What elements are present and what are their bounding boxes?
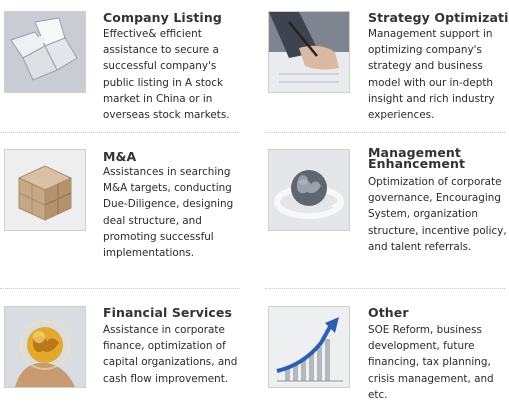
- service-description: Management support in optimizing company…: [368, 28, 495, 122]
- row-divider: [0, 288, 240, 289]
- row-divider: [265, 132, 505, 133]
- service-title: Financial Services: [103, 305, 233, 320]
- cube-blocks-icon: [4, 149, 86, 231]
- service-title: Management Enhancement: [368, 145, 466, 171]
- growth-chart-icon: [268, 306, 350, 388]
- service-description: Optimization of corporate governance, En…: [368, 176, 507, 253]
- pen-writing-icon: [268, 11, 350, 93]
- puzzle-icon: [4, 11, 86, 93]
- service-description: Assistance in corporate finance, optimiz…: [103, 324, 238, 385]
- service-title: Other: [368, 305, 409, 320]
- globe-arrows-icon: [268, 149, 350, 231]
- golden-globe-hand-icon: [4, 306, 86, 388]
- service-title: M&A: [103, 149, 137, 164]
- service-description: Assistances in searching M&A targets, co…: [103, 166, 234, 260]
- service-title: Company Listing: [103, 10, 222, 25]
- service-title: Strategy Optimization: [368, 10, 509, 25]
- row-divider: [0, 132, 240, 133]
- row-divider: [265, 288, 505, 289]
- service-description: Effective& efficient assistance to secur…: [103, 28, 230, 122]
- service-description: SOE Reform, business development, future…: [368, 324, 494, 401]
